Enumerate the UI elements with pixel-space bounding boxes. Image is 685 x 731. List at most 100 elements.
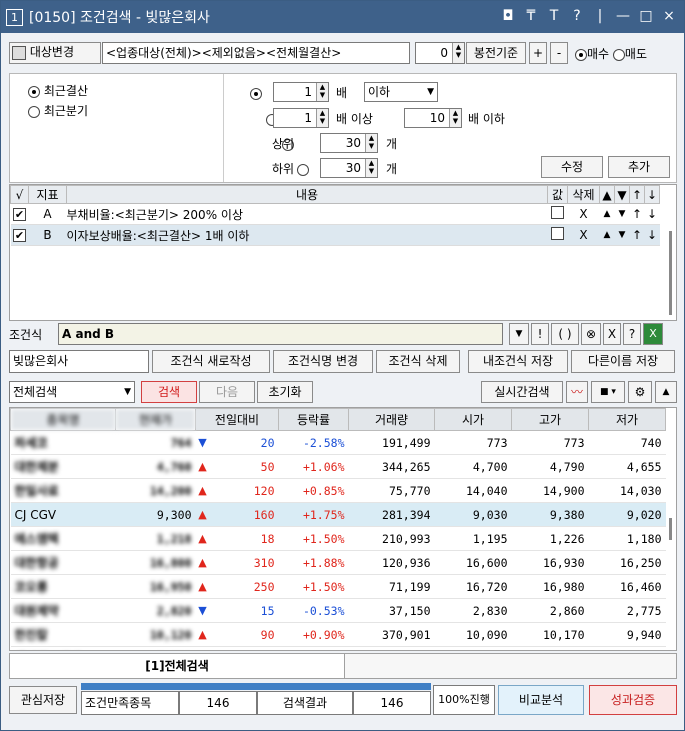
condition-scrollbar[interactable]: [669, 231, 672, 315]
direction-icon: ▲: [195, 622, 210, 647]
formula-xor-button[interactable]: ⊗: [581, 323, 601, 345]
formula-dropdown-button[interactable]: ▼: [509, 323, 529, 345]
condition-delete-button[interactable]: X: [567, 203, 600, 225]
collapse-icon[interactable]: ▲: [655, 381, 677, 403]
condition-row[interactable]: ✔ B 이자보상배율:<최근결산> 1배 이하 X ▲ ▼ ↑ ↓: [10, 224, 660, 246]
save-condition-button[interactable]: 내조건식 저장: [468, 350, 568, 373]
formula-not-button[interactable]: !: [531, 323, 549, 345]
move-top-button[interactable]: ↑: [629, 224, 645, 246]
col-open[interactable]: 시가: [434, 408, 512, 431]
chart-icon[interactable]: 〰: [566, 381, 588, 403]
next-button[interactable]: 다음: [199, 381, 255, 403]
new-condition-button[interactable]: 조건식 새로작성: [152, 350, 270, 373]
text-size-icon[interactable]: T: [547, 8, 561, 24]
delete-condition-button[interactable]: 조건식 삭제: [376, 350, 460, 373]
condition-value-checkbox[interactable]: [551, 227, 564, 240]
move-bottom-button[interactable]: ↓: [644, 224, 660, 246]
col-low[interactable]: 저가: [588, 408, 666, 431]
compare-analysis-button[interactable]: 비교분석: [498, 685, 584, 715]
layout-icon[interactable]: ◘: [501, 8, 515, 24]
result-row[interactable]: 대한제분 4,760 ▲ 50 +1.06% 344,265 4,700 4,790 4,655: [10, 454, 666, 479]
bong-spinner[interactable]: ▲ ▼: [452, 43, 464, 63]
col-high[interactable]: 고가: [511, 408, 589, 431]
save-as-button[interactable]: 다른이름 저장: [571, 350, 675, 373]
realtime-search-button[interactable]: 실시간검색: [481, 381, 563, 403]
move-down-button[interactable]: ▼: [614, 224, 630, 246]
condition-row[interactable]: ✔ A 부채비율:<최근분기> 200% 이상 X ▲ ▼ ↑ ↓: [10, 203, 660, 225]
move-top-button[interactable]: ↑: [629, 203, 645, 225]
target-change-button[interactable]: 대상변경: [9, 42, 101, 64]
result-row[interactable]: 대원제약 2,820 ▼ 15 -0.53% 37,150 2,830 2,860 2,775: [10, 598, 666, 623]
move-up-button[interactable]: ▲: [599, 203, 615, 225]
col-diff[interactable]: 전일대비: [195, 408, 279, 431]
result-row[interactable]: 한진칼 10,120 ▲ 90 +0.90% 370,901 10,090 10,170 9,9…: [10, 622, 666, 647]
pin-icon[interactable]: ₸: [524, 8, 538, 24]
bong-basis-button[interactable]: 봉전기준: [466, 42, 526, 64]
move-down-button[interactable]: ▼: [614, 203, 630, 225]
result-row[interactable]: CJ CGV 9,300 ▲ 160 +1.75% 281,394 9,030 9,380 9,…: [10, 502, 666, 527]
move-up-button[interactable]: ▲: [599, 224, 615, 246]
rename-condition-button[interactable]: 조건식명 변경: [273, 350, 373, 373]
condition-checkbox[interactable]: ✔: [13, 229, 26, 242]
search-mode-select[interactable]: 전체검색 ▼: [9, 381, 135, 403]
maximize-icon[interactable]: □: [639, 8, 653, 24]
settings-gear-icon[interactable]: ⚙: [628, 381, 652, 403]
result-row[interactable]: 에스엠텍 1,218 ▲ 18 +1.50% 210,993 1,195 1,226 1,180: [10, 526, 666, 551]
recent-quarter-radio[interactable]: [28, 105, 40, 118]
result-row[interactable]: 대한항공 16,800 ▲ 310 +1.88% 120,936 16,600 16,930 1…: [10, 550, 666, 575]
condition-checkbox[interactable]: ✔: [13, 208, 26, 221]
condition-value-checkbox[interactable]: [551, 206, 564, 219]
close-icon[interactable]: ×: [662, 8, 676, 24]
option-top-input[interactable]: 30 ▲ ▼: [320, 133, 378, 153]
tab-all-search[interactable]: [1]전체검색: [10, 654, 345, 678]
option-row1-spinner[interactable]: ▲ ▼: [316, 83, 328, 101]
minimize-icon[interactable]: —: [616, 8, 630, 24]
option-row1-select[interactable]: 이하 ▼: [364, 82, 438, 102]
recent-settle-option[interactable]: 최근결산: [28, 82, 88, 99]
option-row2-spinner2[interactable]: ▲ ▼: [449, 109, 461, 127]
minus-button[interactable]: -: [550, 42, 568, 64]
bong-input[interactable]: 0 ▲ ▼: [415, 42, 465, 64]
formula-clear-button[interactable]: X: [603, 323, 621, 345]
col-rate[interactable]: 등락률: [278, 408, 349, 431]
result-row[interactable]: 코오롱 16,950 ▲ 250 +1.50% 71,199 16,720 16,980 16,…: [10, 574, 666, 599]
option-bottom-spinner[interactable]: ▲ ▼: [365, 159, 377, 177]
option-top-spinner[interactable]: ▲ ▼: [365, 134, 377, 152]
title-bar[interactable]: 1 [0150] 조건검색 - 빚많은회사 ◘ ₸ T ? | — □ ×: [1, 1, 684, 33]
col-volume[interactable]: 거래량: [348, 408, 435, 431]
reset-button[interactable]: 초기화: [257, 381, 313, 403]
formula-help-button[interactable]: ?: [623, 323, 641, 345]
list-menu-icon[interactable]: ■ ▾: [591, 381, 625, 403]
col-name[interactable]: 종목명: [10, 408, 116, 431]
formula-paren-button[interactable]: ( ): [551, 323, 579, 345]
option-row2-input[interactable]: 1 ▲ ▼: [273, 108, 329, 128]
option-row1-radio[interactable]: [250, 87, 262, 100]
help-icon[interactable]: ?: [570, 8, 584, 24]
condition-delete-button[interactable]: X: [567, 224, 600, 246]
option-row2-input2[interactable]: 10 ▲ ▼: [404, 108, 462, 128]
performance-verify-button[interactable]: 성과검증: [589, 685, 677, 715]
search-button[interactable]: 검색: [141, 381, 197, 403]
recent-quarter-option[interactable]: 최근분기: [28, 102, 88, 119]
excel-icon[interactable]: X: [643, 323, 663, 345]
buy-radio[interactable]: [575, 48, 587, 61]
col-price[interactable]: 현재가: [115, 408, 196, 431]
result-row[interactable]: 파세코 764 ▼ 20 -2.58% 191,499 773 773 740: [10, 430, 666, 455]
add-button[interactable]: 추가: [608, 156, 670, 178]
result-row[interactable]: 한일사료 14,200 ▲ 120 +0.85% 75,770 14,040 14,900 14…: [10, 478, 666, 503]
option-row2-spinner[interactable]: ▲ ▼: [316, 109, 328, 127]
results-scrollbar[interactable]: [669, 518, 672, 540]
option-bottom-radio[interactable]: [297, 163, 310, 176]
option-bottom-input[interactable]: 30 ▲ ▼: [320, 158, 378, 178]
result-row[interactable]: 케이티스카이7,980▼20-0.25%75,2997,7907,9707,79…: [10, 646, 666, 650]
option-row1-input[interactable]: 1 ▲ ▼: [273, 82, 329, 102]
modify-button[interactable]: 수정: [541, 156, 603, 178]
move-bottom-button[interactable]: ↓: [644, 203, 660, 225]
formula-input[interactable]: A and B: [58, 323, 503, 345]
plus-button[interactable]: +: [529, 42, 547, 64]
stock-rate: -2.58%: [278, 430, 349, 455]
sell-radio[interactable]: [612, 48, 625, 61]
recent-settle-radio[interactable]: [28, 85, 40, 98]
watchlist-save-button[interactable]: 관심저장: [9, 686, 77, 714]
condition-name-field[interactable]: 빚많은회사: [9, 350, 149, 373]
